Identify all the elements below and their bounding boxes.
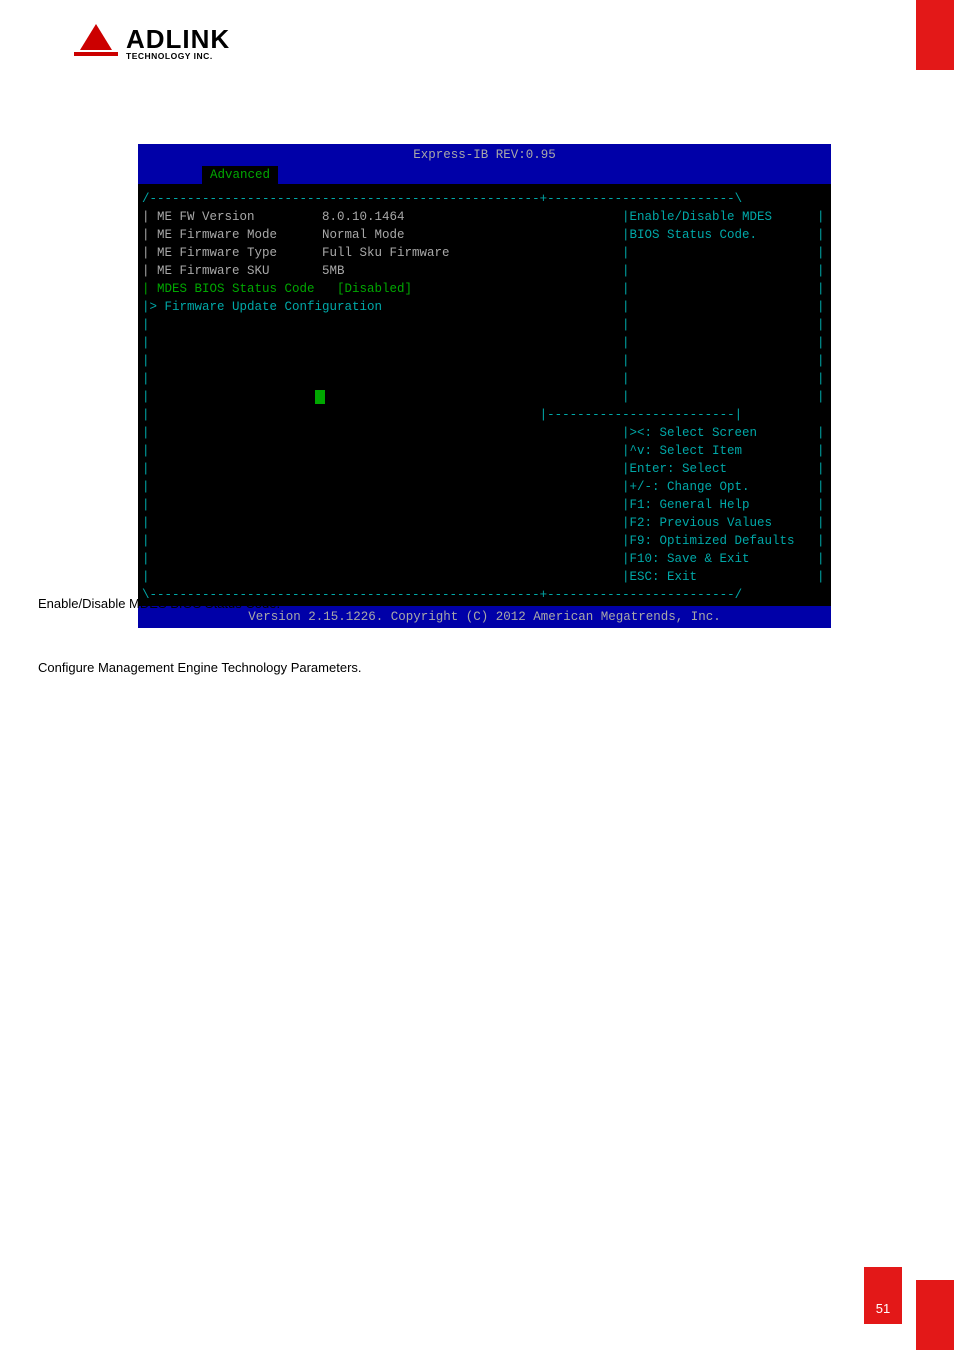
bios-help-left: | bbox=[142, 514, 622, 532]
bios-row: | ME Firmware SKU 5MB| | bbox=[142, 262, 827, 280]
bios-row-right: | | bbox=[622, 334, 827, 352]
bios-help-line: |><: Select Screen | bbox=[622, 424, 827, 442]
bios-row-right: | | bbox=[622, 316, 827, 334]
footer-red-strip bbox=[916, 1280, 954, 1350]
cursor-icon bbox=[315, 390, 325, 404]
bios-help-left: | bbox=[142, 460, 622, 478]
bios-help-left: | bbox=[142, 424, 622, 442]
bios-row-left: | ME FW Version 8.0.10.1464 bbox=[142, 208, 622, 226]
bios-row: || | bbox=[142, 334, 827, 352]
bios-row-left: | ME Firmware SKU 5MB bbox=[142, 262, 622, 280]
bios-help-line: |F2: Previous Values | bbox=[622, 514, 827, 532]
bios-row-left: | ME Firmware Mode Normal Mode bbox=[142, 226, 622, 244]
bios-row-right: | | bbox=[622, 352, 827, 370]
bios-help-left: | bbox=[142, 568, 622, 586]
bios-row-right: | | bbox=[622, 244, 827, 262]
logo-text-small: TECHNOLOGY INC. bbox=[126, 52, 230, 61]
bios-help-line: |F9: Optimized Defaults | bbox=[622, 532, 827, 550]
bios-row-right: | | bbox=[622, 280, 827, 298]
tab-advanced[interactable]: Advanced bbox=[202, 166, 278, 184]
bios-row: | ME FW Version 8.0.10.1464|Enable/Disab… bbox=[142, 208, 827, 226]
bios-row-right: | | bbox=[622, 370, 827, 388]
bios-row-left[interactable]: | MDES BIOS Status Code [Disabled] bbox=[142, 280, 622, 298]
bios-row: | MDES BIOS Status Code [Disabled]| | bbox=[142, 280, 827, 298]
bios-row-right: | | bbox=[622, 388, 827, 406]
bios-row: |> Firmware Update Configuration| | bbox=[142, 298, 827, 316]
bios-help-left: | bbox=[142, 478, 622, 496]
bios-row-left: | bbox=[142, 370, 622, 388]
bios-cursor-row: | bbox=[142, 388, 622, 406]
bios-help-left: | bbox=[142, 442, 622, 460]
help-separator: | |-------------------------| bbox=[142, 406, 827, 424]
bios-row: || | bbox=[142, 370, 827, 388]
bios-help-left: | bbox=[142, 496, 622, 514]
bios-title: Express-IB REV:0.95 bbox=[138, 144, 831, 166]
bios-help-line: |^v: Select Item | bbox=[622, 442, 827, 460]
bios-help-left: | bbox=[142, 532, 622, 550]
bios-help-left: | bbox=[142, 550, 622, 568]
border-top: /---------------------------------------… bbox=[142, 190, 827, 208]
logo-text-big: ADLINK bbox=[126, 26, 230, 52]
bios-row-left: | ME Firmware Type Full Sku Firmware bbox=[142, 244, 622, 262]
bios-row: | ME Firmware Type Full Sku Firmware| | bbox=[142, 244, 827, 262]
bios-row-right: |BIOS Status Code. | bbox=[622, 226, 827, 244]
bios-row-left: | bbox=[142, 352, 622, 370]
bios-row: || | bbox=[142, 352, 827, 370]
bios-row: || | bbox=[142, 316, 827, 334]
bios-row-left: | bbox=[142, 316, 622, 334]
bios-help-line: |F10: Save & Exit | bbox=[622, 550, 827, 568]
paragraph-mdes: Enable/Disable MDES BIOS Status Code. bbox=[38, 596, 280, 611]
bios-row-left: | bbox=[142, 334, 622, 352]
logo-mark-icon bbox=[72, 22, 120, 64]
bios-help-line: |+/-: Change Opt. | bbox=[622, 478, 827, 496]
bios-screenshot: Express-IB REV:0.95 Advanced /----------… bbox=[138, 144, 831, 628]
brand-logo: ADLINK TECHNOLOGY INC. bbox=[72, 22, 230, 64]
header-red-strip bbox=[916, 0, 954, 70]
bios-help-line: |F1: General Help | bbox=[622, 496, 827, 514]
bios-row-left[interactable]: |> Firmware Update Configuration bbox=[142, 298, 622, 316]
bios-row-right: | | bbox=[622, 298, 827, 316]
bios-body: /---------------------------------------… bbox=[138, 184, 831, 606]
paragraph-me-params: Configure Management Engine Technology P… bbox=[38, 660, 362, 675]
bios-row-right: | | bbox=[622, 262, 827, 280]
bios-help-line: |Enter: Select | bbox=[622, 460, 827, 478]
bios-tab-bar: Advanced bbox=[138, 166, 831, 184]
bios-help-line: |ESC: Exit | bbox=[622, 568, 827, 586]
bios-row: | ME Firmware Mode Normal Mode|BIOS Stat… bbox=[142, 226, 827, 244]
page-number: 51 bbox=[864, 1267, 902, 1324]
bios-row-right: |Enable/Disable MDES | bbox=[622, 208, 827, 226]
